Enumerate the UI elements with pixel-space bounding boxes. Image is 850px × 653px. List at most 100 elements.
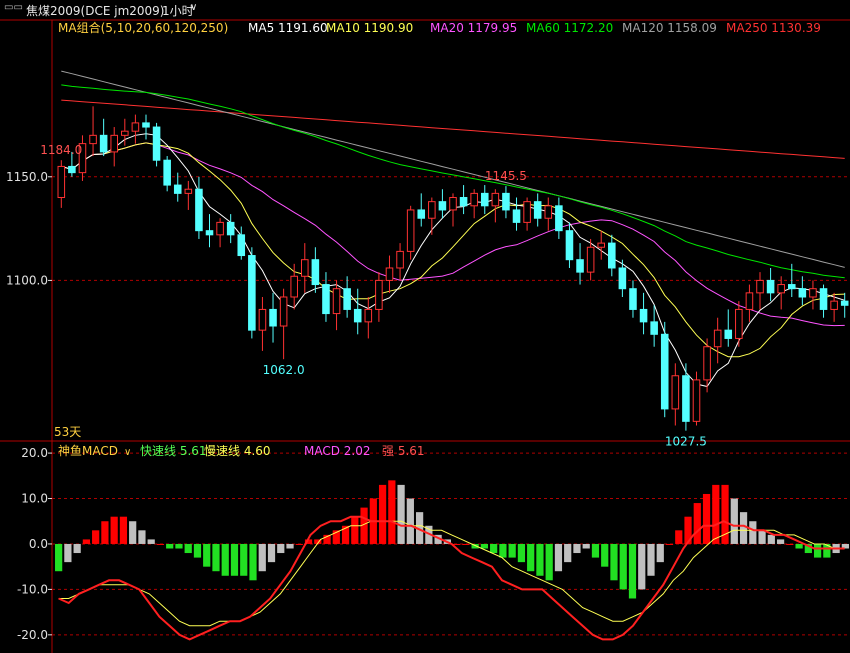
- candle-body: [555, 205, 563, 232]
- price-annotation: 1027.5: [665, 435, 707, 449]
- y-tick-label: -20.0: [17, 628, 48, 642]
- candle-body: [502, 192, 510, 211]
- candle-body: [163, 159, 171, 186]
- candle-body: [703, 346, 711, 381]
- candle-body: [57, 165, 66, 199]
- macd-bar: [351, 516, 359, 544]
- macd-bar: [406, 498, 414, 544]
- candle-body: [311, 259, 320, 286]
- macd-bar: [388, 480, 396, 544]
- ma-legend-item: MA60 1172.20: [526, 21, 613, 35]
- candle-body: [756, 279, 764, 294]
- macd-bar: [101, 521, 109, 544]
- macd-bar: [147, 539, 155, 544]
- macd-bar: [527, 543, 535, 572]
- candle-body: [735, 308, 743, 339]
- macd-bar: [675, 530, 683, 544]
- macd-legend-item: MACD 2.02: [304, 444, 371, 458]
- macd-bar: [619, 543, 627, 590]
- candle-body: [787, 284, 796, 290]
- candle-body: [226, 221, 235, 236]
- candle-body: [724, 329, 733, 339]
- ma20-line: [61, 142, 845, 327]
- candle-body: [692, 379, 701, 422]
- candle-body: [89, 134, 97, 145]
- candle-body: [99, 134, 108, 153]
- macd-legend-item: 强 5.61: [382, 444, 425, 458]
- candle-body: [353, 308, 362, 323]
- y-tick-label: 0.0: [29, 537, 48, 551]
- candle-body: [258, 308, 267, 331]
- candle-body: [629, 288, 637, 310]
- macd-bar: [712, 484, 720, 544]
- macd-bar: [739, 512, 748, 544]
- candle-body: [121, 130, 129, 136]
- candle-body: [142, 122, 150, 128]
- candle-body: [470, 192, 478, 207]
- candle-body: [385, 267, 394, 281]
- y-tick-label: -10.0: [17, 582, 48, 596]
- candle-body: [713, 329, 722, 348]
- macd-bar: [249, 543, 257, 581]
- candle-body: [639, 308, 648, 323]
- candle-body: [195, 188, 203, 232]
- macd-bar: [184, 543, 192, 554]
- macd-bar: [462, 543, 470, 545]
- candle-body: [396, 250, 404, 269]
- candle-body: [438, 201, 447, 211]
- ma60-line: [61, 84, 845, 279]
- price-chart[interactable]: 1150.0 1100.0 1184.0 1062.0 1145.5 1027.5 MA组合…: [0, 0, 850, 653]
- candle-body: [565, 230, 574, 261]
- candle-body: [184, 188, 193, 194]
- candle-body: [332, 288, 341, 315]
- candle-body: [110, 134, 119, 153]
- ma-legend-item: MA5 1191.60: [248, 21, 328, 35]
- macd-bar: [767, 534, 775, 544]
- macd-bar: [175, 543, 183, 549]
- ma-legend-item: MA250 1130.39: [726, 21, 821, 35]
- candle-body: [279, 296, 288, 327]
- candle-body: [840, 300, 849, 306]
- macd-bar: [64, 543, 72, 563]
- candle-body: [660, 333, 669, 410]
- ma5-line: [61, 133, 845, 388]
- candle-body: [459, 197, 468, 207]
- period-note: 53天: [54, 425, 81, 439]
- macd-bar: [508, 543, 516, 558]
- macd-bar: [795, 543, 803, 549]
- macd-bar: [702, 493, 711, 544]
- ma120-line: [61, 70, 845, 268]
- ma250-line: [61, 99, 845, 159]
- macd-legend-title: 神鱼MACD: [58, 444, 118, 458]
- macd-bar: [92, 530, 100, 544]
- candle-body: [131, 122, 140, 132]
- candle-body: [819, 288, 828, 310]
- macd-bar: [212, 543, 220, 572]
- candle-body: [798, 288, 807, 298]
- candle-body: [745, 292, 754, 310]
- macd-bar: [665, 543, 674, 545]
- macd-bar: [582, 543, 590, 549]
- candle-body: [68, 165, 76, 174]
- macd-bar: [490, 543, 498, 554]
- macd-bar: [295, 543, 303, 545]
- candle-body: [608, 242, 616, 269]
- candle-body: [428, 201, 436, 219]
- candle-body: [523, 201, 531, 223]
- macd-bar: [397, 484, 405, 544]
- candle-body: [777, 284, 785, 294]
- candle-body: [301, 259, 309, 277]
- macd-bar: [749, 521, 757, 544]
- candle-body: [597, 242, 605, 248]
- macd-bar: [286, 543, 294, 549]
- macd-bar: [193, 543, 202, 558]
- candle-body: [533, 201, 542, 219]
- candle-body: [248, 255, 256, 331]
- macd-bar: [138, 530, 146, 544]
- macd-bar: [628, 543, 637, 599]
- price-annotation: 1184.0: [40, 143, 82, 157]
- macd-bar: [230, 543, 239, 576]
- candle-body: [682, 375, 690, 422]
- candle-body: [449, 197, 457, 211]
- candle-body: [406, 209, 415, 252]
